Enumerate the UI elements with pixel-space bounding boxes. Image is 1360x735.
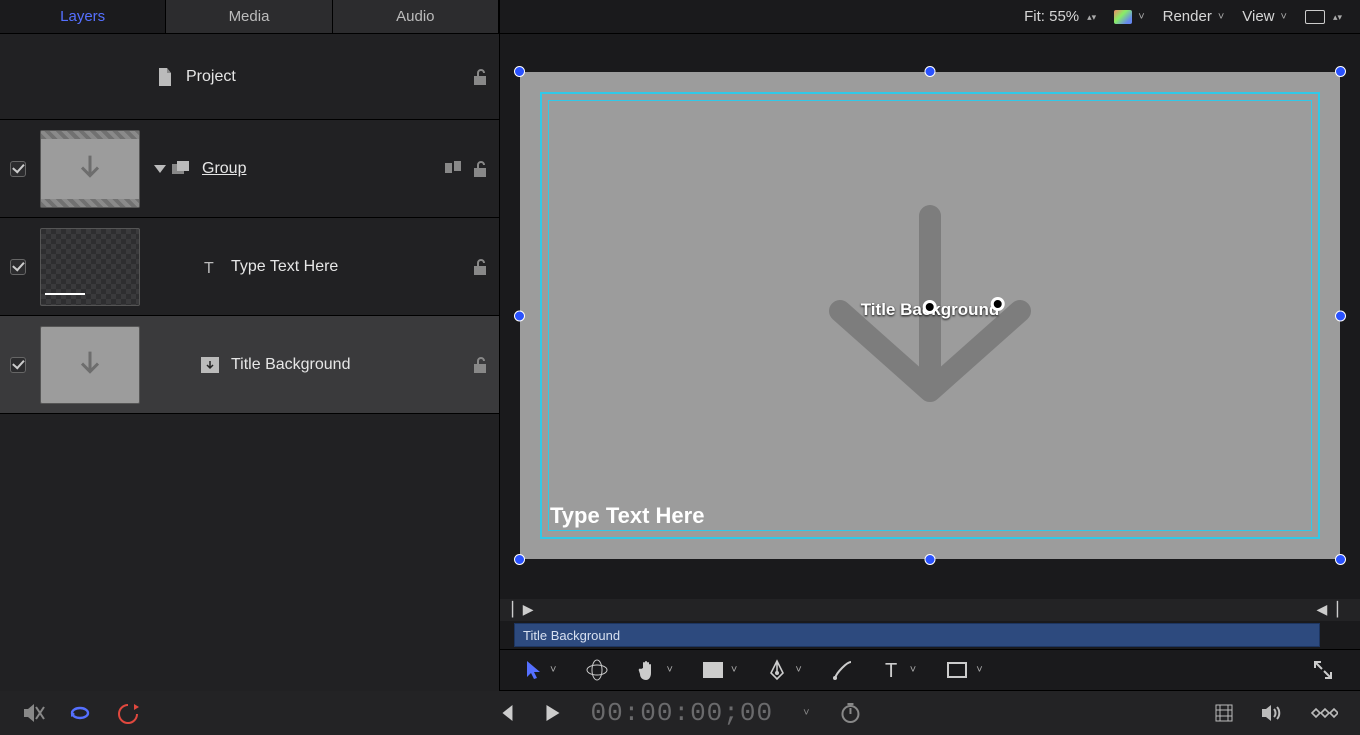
- canvas[interactable]: Title Background Type Text Here: [520, 72, 1340, 559]
- flags-icon[interactable]: [445, 161, 463, 177]
- layer-label: Type Text Here: [231, 258, 338, 276]
- brush-tool[interactable]: [832, 659, 854, 681]
- crop-tool[interactable]: ˅: [703, 662, 737, 678]
- anchor-point-icon[interactable]: [923, 300, 937, 314]
- timeline-clip[interactable]: Title Background: [514, 623, 1320, 647]
- text-icon: T: [201, 258, 219, 276]
- transport-bar: 00:00:00;00 ˅: [0, 691, 1360, 735]
- canvas-tools: ˅ ˅ ˅ ˅ T˅ ˅: [500, 649, 1360, 691]
- timecode-display[interactable]: 00:00:00;00: [590, 698, 773, 728]
- layer-row-title-background[interactable]: Title Background: [0, 316, 499, 414]
- keyframes-icon[interactable]: [1308, 704, 1338, 722]
- tab-audio[interactable]: Audio: [333, 0, 499, 33]
- render-dropdown[interactable]: Render˅: [1163, 8, 1225, 25]
- anchor-point-icon[interactable]: [991, 297, 1005, 311]
- layer-thumbnail: [40, 130, 140, 208]
- record-icon[interactable]: [116, 702, 140, 724]
- shape-tool[interactable]: ˅: [946, 661, 982, 679]
- tab-layers[interactable]: Layers: [0, 0, 166, 33]
- selection-label: Title Background: [861, 300, 1000, 320]
- viewer-toolbar: Fit: 55% ▴▾ ˅ Render˅ View˅ ▴▾: [500, 0, 1360, 34]
- mute-icon[interactable]: [22, 703, 46, 723]
- placeholder-icon: [201, 356, 219, 374]
- layer-thumbnail: [40, 228, 140, 306]
- lock-icon[interactable]: [473, 356, 489, 374]
- pen-tool[interactable]: ˅: [767, 659, 801, 681]
- expand-tool[interactable]: [1312, 659, 1334, 681]
- lock-icon[interactable]: [473, 68, 489, 86]
- lock-icon[interactable]: [473, 258, 489, 276]
- visibility-checkbox[interactable]: [10, 259, 26, 275]
- channels-swatch-icon: [1114, 10, 1132, 24]
- zoom-dropdown[interactable]: Fit: 55% ▴▾: [1024, 8, 1096, 25]
- layer-row-project[interactable]: Project: [0, 34, 499, 120]
- stepper-icon: ▴▾: [1087, 14, 1096, 20]
- text-tool[interactable]: T˅: [884, 660, 916, 680]
- disclosure-triangle-icon[interactable]: [154, 165, 166, 173]
- play-icon[interactable]: [544, 704, 560, 722]
- svg-text:T: T: [204, 260, 214, 275]
- visibility-checkbox[interactable]: [10, 357, 26, 373]
- color-channel-dropdown[interactable]: ˅: [1114, 10, 1144, 24]
- pan-tool[interactable]: ˅: [638, 659, 672, 681]
- filmstrip-icon[interactable]: [1214, 703, 1234, 723]
- audio-icon[interactable]: [1260, 704, 1282, 722]
- layers-list: Project Group: [0, 34, 499, 691]
- loop-icon[interactable]: [68, 704, 94, 722]
- document-icon: [156, 68, 174, 86]
- aspect-dropdown[interactable]: ▴▾: [1305, 10, 1342, 24]
- svg-text:T: T: [885, 660, 897, 680]
- go-to-start-icon[interactable]: [498, 704, 514, 722]
- layer-label: Project: [186, 68, 236, 86]
- out-marker-icon[interactable]: ◀▕: [1316, 601, 1338, 618]
- resize-handle[interactable]: [1335, 66, 1346, 77]
- layer-label: Title Background: [231, 356, 350, 374]
- resize-handle[interactable]: [925, 554, 936, 565]
- view-dropdown[interactable]: View˅: [1242, 8, 1287, 25]
- aspect-icon: [1305, 10, 1325, 24]
- group-icon: [172, 160, 190, 178]
- stopwatch-icon[interactable]: [840, 702, 862, 724]
- 3d-transform-tool[interactable]: [586, 659, 608, 681]
- select-tool[interactable]: ˅: [526, 660, 556, 680]
- layer-row-group[interactable]: Group: [0, 120, 499, 218]
- sidebar-tabs: Layers Media Audio: [0, 0, 499, 34]
- clip-label: Title Background: [523, 628, 620, 643]
- mini-timeline: ▏▶ ◀▕ Title Background: [500, 599, 1360, 649]
- resize-handle[interactable]: [514, 554, 525, 565]
- canvas-text-layer[interactable]: Type Text Here: [550, 503, 704, 529]
- visibility-checkbox[interactable]: [10, 161, 26, 177]
- lock-icon[interactable]: [473, 160, 489, 178]
- tab-media[interactable]: Media: [166, 0, 332, 33]
- layer-label: Group: [202, 160, 246, 178]
- layer-thumbnail: [40, 326, 140, 404]
- layer-row-text[interactable]: T Type Text Here: [0, 218, 499, 316]
- resize-handle[interactable]: [1335, 554, 1346, 565]
- in-marker-icon[interactable]: ▏▶: [512, 601, 534, 618]
- resize-handle[interactable]: [1335, 310, 1346, 321]
- resize-handle[interactable]: [925, 66, 936, 77]
- zoom-label: Fit: 55%: [1024, 8, 1079, 25]
- resize-handle[interactable]: [514, 66, 525, 77]
- timecode-dropdown-icon[interactable]: ˅: [803, 707, 809, 719]
- resize-handle[interactable]: [514, 310, 525, 321]
